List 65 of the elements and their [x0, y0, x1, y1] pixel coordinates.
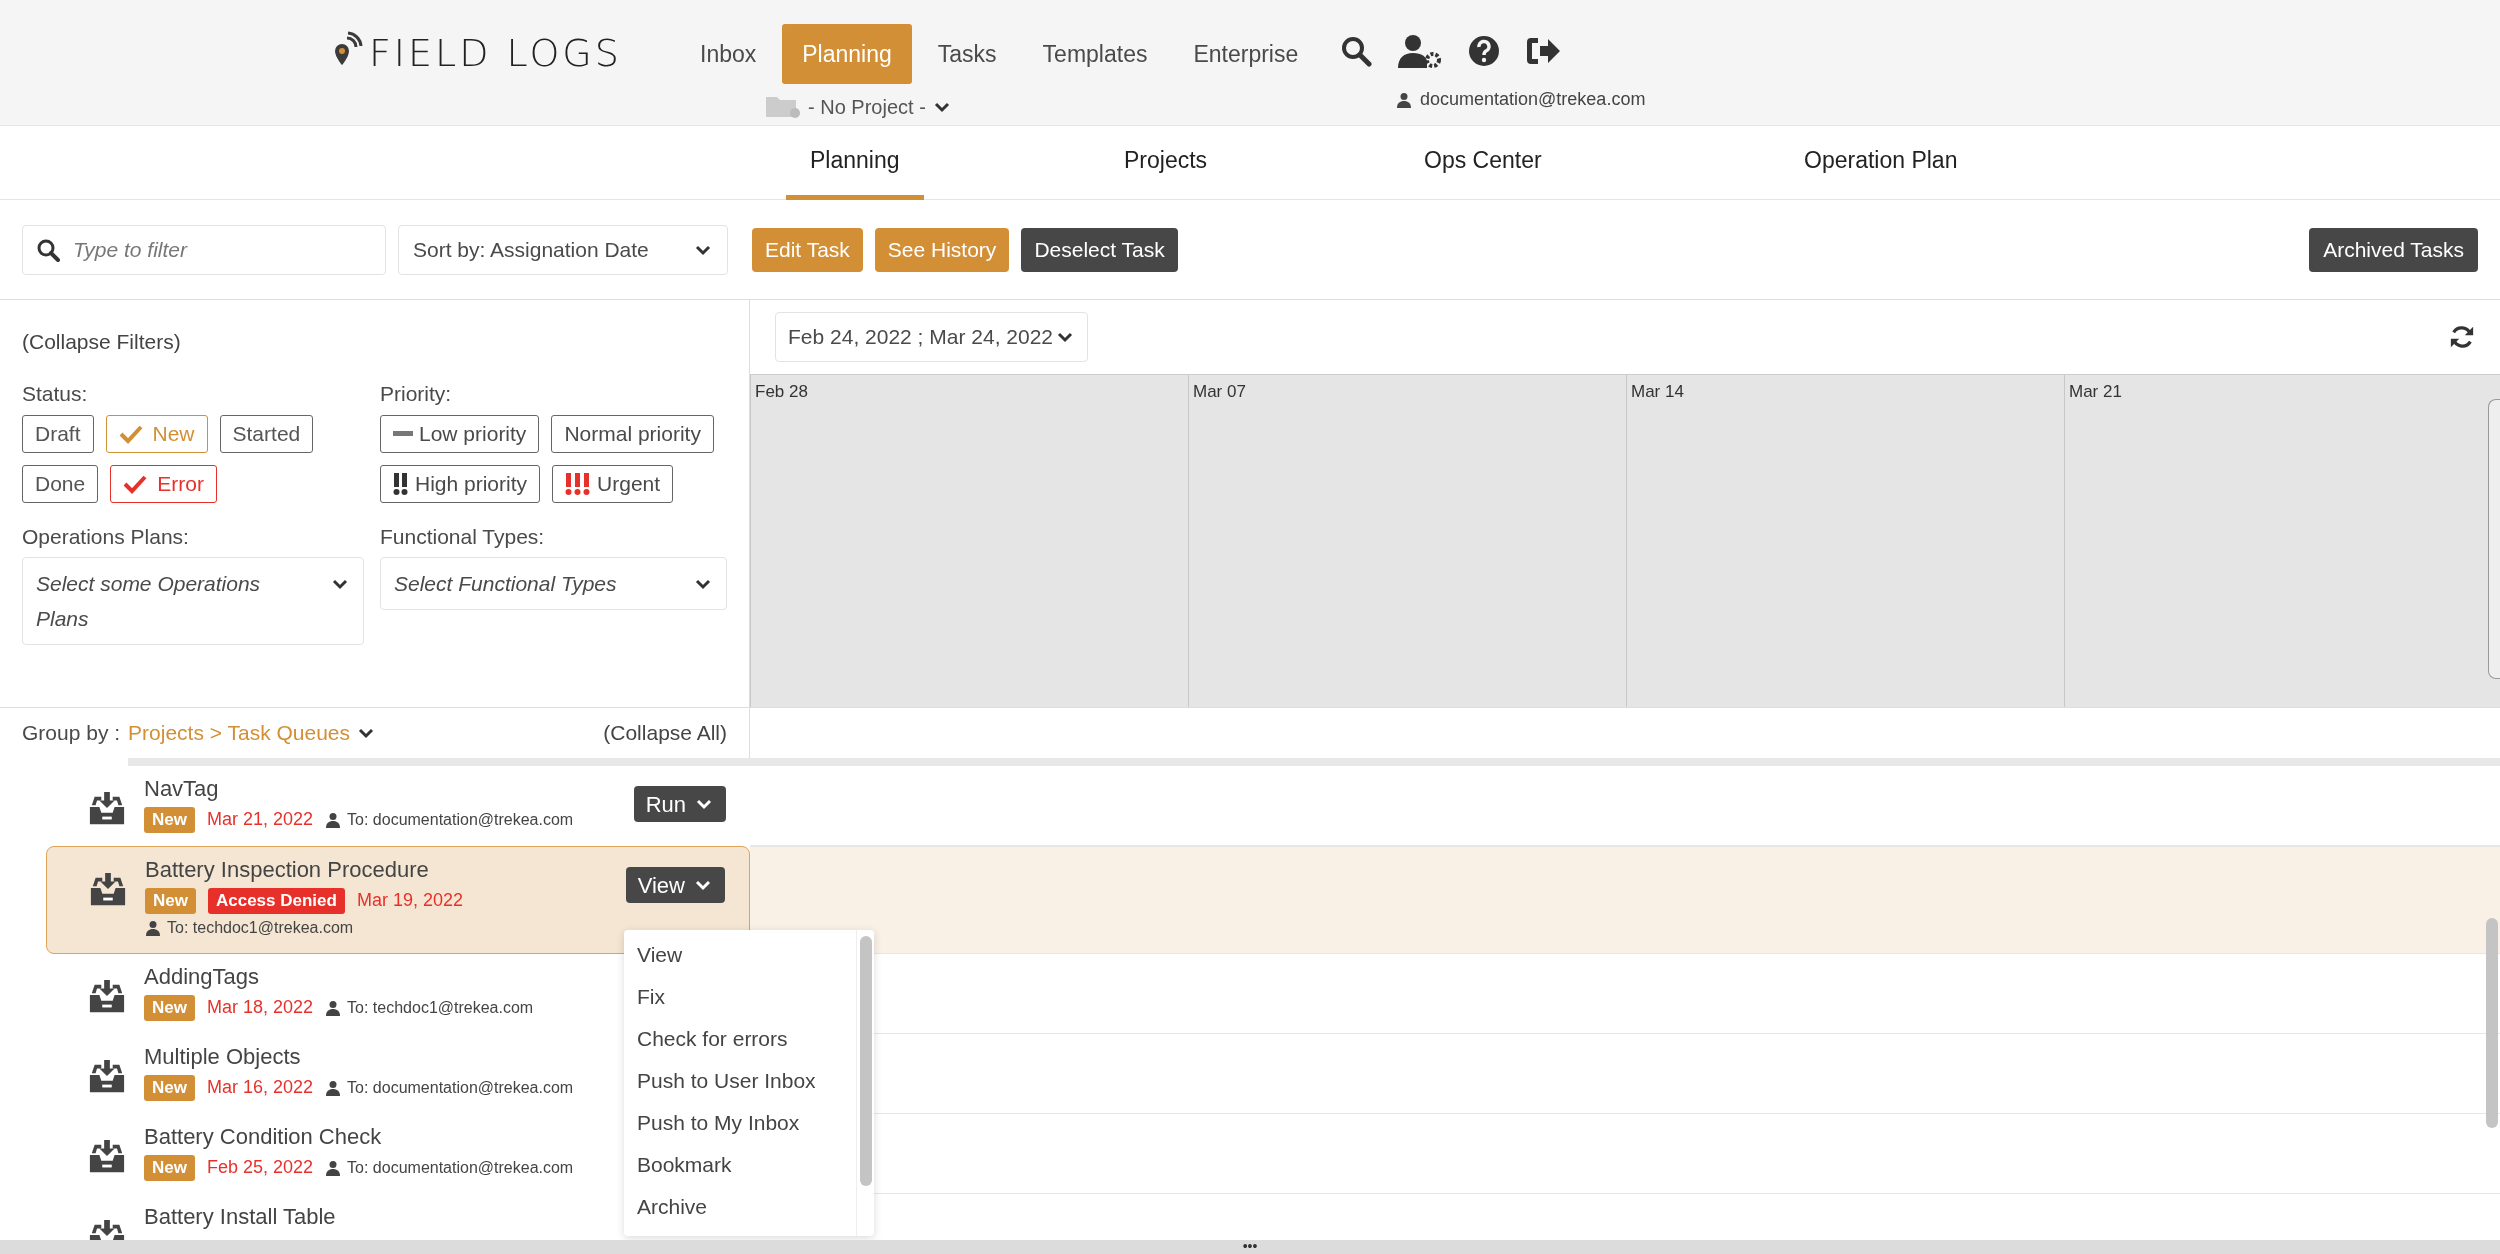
menu-item[interactable]: Check for errors — [624, 1018, 856, 1060]
archived-tasks-button[interactable]: Archived Tasks — [2309, 227, 2478, 272]
menu-item[interactable]: Push to User Inbox — [624, 1060, 856, 1102]
task-assignee: To: techdoc1@trekea.com — [167, 918, 354, 938]
task-row[interactable]: NavTag New Mar 21, 2022 To: documentation@trekea.com Run — [0, 766, 750, 846]
select-dropdown[interactable]: Select Functional Types — [380, 556, 727, 610]
sub-tab[interactable]: Planning — [786, 126, 924, 200]
collapse-filters-link[interactable]: (Collapse Filters) — [22, 326, 727, 358]
priority-filter-chip[interactable]: Low priority — [380, 415, 540, 453]
date-tick: Mar 14 — [1631, 382, 1684, 401]
menu-item[interactable]: Bookmark — [624, 1144, 856, 1186]
action-button[interactable]: Deselect Task — [1021, 227, 1178, 272]
sub-tab[interactable]: Ops Center — [1400, 126, 1566, 200]
nav-tab[interactable]: Templates — [1022, 24, 1168, 84]
date-tick: Mar 07 — [1193, 382, 1246, 401]
group-by-label: Group by : — [22, 720, 121, 747]
task-date: Feb 25, 2022 — [206, 1156, 314, 1179]
nav-tab[interactable]: Inbox — [680, 24, 777, 84]
nav-tab[interactable]: Enterprise — [1173, 24, 1319, 84]
sub-tab[interactable]: Projects — [1100, 126, 1232, 200]
status-filter-chip[interactable]: Error — [110, 465, 217, 503]
sort-dropdown[interactable]: Sort by: Assignation Date — [398, 224, 728, 275]
status-filter-chip[interactable]: Draft — [22, 415, 94, 453]
resize-handle[interactable]: ••• — [1242, 1240, 1258, 1254]
nav-tab[interactable]: Tasks — [917, 24, 1017, 84]
status-badge: New — [145, 887, 196, 914]
task-date: Mar 19, 2022 — [356, 889, 463, 912]
task-assignee: To: documentation@trekea.com — [347, 1157, 574, 1178]
collapse-all-link[interactable]: (Collapse All) — [603, 717, 727, 749]
status-label: Status: — [22, 380, 89, 407]
menu-item[interactable]: Archive — [624, 1186, 856, 1228]
date-tick: Mar 21 — [2069, 382, 2122, 401]
sub-tab[interactable]: Operation Plan — [1780, 126, 1982, 200]
status-badge: New — [144, 1154, 195, 1181]
select-dropdown[interactable]: Select some Operations Plans — [22, 556, 364, 645]
fieldlogs-logo[interactable]: FIELD LOGS — [333, 30, 622, 72]
date-tick: Feb 28 — [755, 382, 808, 401]
priority-filter-chip[interactable]: Urgent — [552, 465, 674, 503]
task-assignee: To: documentation@trekea.com — [347, 1077, 574, 1098]
task-date: Mar 16, 2022 — [206, 1076, 314, 1099]
project-selector[interactable]: - No Project - — [766, 92, 952, 122]
status-badge: Access Denied — [207, 887, 345, 914]
dropdown-label: Operations Plans: — [22, 524, 190, 550]
status-badge: New — [144, 806, 195, 833]
task-title[interactable]: Battery Inspection Procedure — [145, 855, 626, 885]
task-date: Mar 21, 2022 — [206, 808, 314, 831]
status-badge: New — [144, 1074, 195, 1101]
menu-item[interactable]: Push to My Inbox — [624, 1102, 856, 1144]
priority-filter-chip[interactable]: High priority — [380, 465, 541, 503]
priority-label: Priority: — [380, 380, 453, 407]
dropdown-label: Functional Types: — [380, 524, 546, 550]
user-email: documentation@trekea.com — [1420, 88, 1646, 111]
status-badge: New — [144, 994, 195, 1021]
task-assignee: To: documentation@trekea.com — [347, 809, 574, 830]
status-filter-chip[interactable]: Done — [22, 465, 99, 503]
date-range-dropdown[interactable]: Feb 24, 2022 ; Mar 24, 2022 — [775, 312, 1088, 362]
task-assignee: To: techdoc1@trekea.com — [347, 997, 534, 1018]
filter-field[interactable]: Type to filter — [22, 224, 386, 275]
task-action-dropdown[interactable]: View — [625, 867, 725, 903]
priority-filter-chip[interactable]: Normal priority — [551, 415, 714, 453]
menu-item[interactable]: Fix — [624, 976, 856, 1018]
status-filter-chip[interactable]: Started — [219, 415, 314, 453]
task-date: Mar 18, 2022 — [206, 996, 314, 1019]
task-title[interactable]: NavTag — [144, 774, 634, 804]
task-action-dropdown[interactable]: Run — [633, 786, 726, 822]
